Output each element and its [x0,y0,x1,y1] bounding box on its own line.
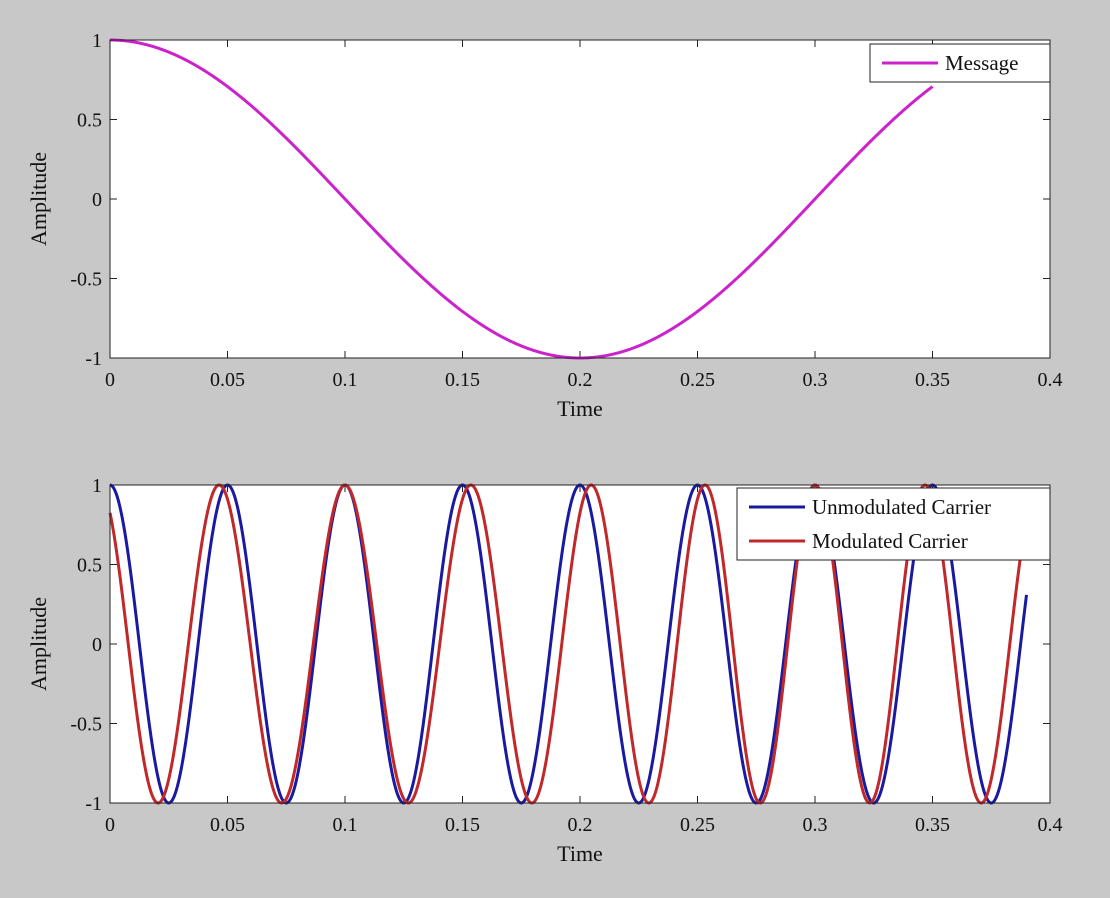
x-tick-label: 0.05 [210,814,245,836]
message-plot-legend: Message [869,43,1051,83]
y-tick-label: 0 [92,189,102,211]
y-tick-label: -0.5 [70,269,102,291]
x-tick-label: 0.2 [568,814,593,836]
y-tick-label: -1 [85,793,102,815]
y-tick-label: 0 [92,634,102,656]
x-tick-label: 0.1 [333,814,358,836]
y-tick-label: 0.5 [77,110,102,132]
x-tick-label: 0.15 [445,814,480,836]
carrier-plot-ylabel: Amplitude [26,597,51,691]
x-tick-label: 0.2 [568,369,593,391]
x-tick-label: 0.3 [803,369,828,391]
x-tick-label: 0.05 [210,369,245,391]
x-tick-label: 0.15 [445,369,480,391]
x-tick-label: 0.35 [915,814,950,836]
carrier-plot-legend: Unmodulated Carrier Modulated Carrier [736,487,1051,561]
x-tick-label: 0 [105,369,115,391]
x-tick-label: 0.25 [680,369,715,391]
y-tick-label: -1 [85,348,102,370]
message-plot-axes-area [110,40,1050,358]
legend-label: Modulated Carrier [812,529,968,553]
y-tick-label: -0.5 [70,714,102,736]
x-tick-label: 0.4 [1038,814,1063,836]
y-tick-label: 0.5 [77,555,102,577]
x-tick-label: 0.25 [680,814,715,836]
legend-label: Unmodulated Carrier [812,495,991,519]
message-plot-ylabel: Amplitude [26,152,51,246]
x-tick-label: 0.4 [1038,369,1063,391]
x-tick-label: 0.35 [915,369,950,391]
y-tick-label: 1 [92,475,102,497]
figure: 0 0.05 0.1 0.15 0.2 0.25 0.3 0.35 0.4 1 0.5 0 -0.5 -1… [0,0,1110,898]
legend-label: Message [945,51,1018,75]
message-plot-xlabel: Time [557,396,603,421]
y-tick-label: 1 [92,30,102,52]
x-tick-label: 0.1 [333,369,358,391]
x-tick-label: 0.3 [803,814,828,836]
carrier-plot-xlabel: Time [557,841,603,866]
x-tick-label: 0 [105,814,115,836]
